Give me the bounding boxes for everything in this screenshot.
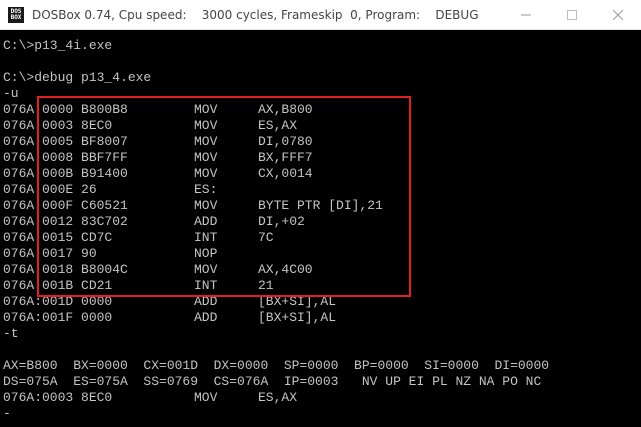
disasm-line: 076A:0005 BF8007 MOV DI,0780	[3, 134, 639, 150]
disasm-address: 076A:0000 B800B8	[3, 102, 128, 117]
disasm-line: 076A:0012 83C702 ADD DI,+02	[3, 214, 639, 230]
disasm-line: 076A:001B CD21 INT 21	[3, 278, 639, 294]
disasm-address: 076A:001B CD21	[3, 278, 113, 293]
disasm-mnemonic: ES:	[194, 182, 218, 197]
disasm-line: 076A:000F C60521 MOV BYTE PTR [DI],21	[3, 198, 639, 214]
disasm-line: 076A:001F 0000 ADD [BX+SI],AL	[3, 310, 639, 326]
trace-command: -t	[3, 326, 19, 341]
disasm-address: 076A:001F 0000	[3, 310, 113, 325]
disasm-operands: ES,AX	[258, 118, 298, 133]
disasm-mnemonic: MOV	[194, 390, 218, 405]
disasm-line: 076A:0017 90 NOP	[3, 246, 639, 262]
register-line: AX=B800 BX=0000 CX=001D DX=0000 SP=0000 …	[3, 358, 550, 373]
disasm-line: 076A:0018 B8004C MOV AX,4C00	[3, 262, 639, 278]
unassemble-command: -u	[3, 86, 19, 101]
command-line: C:\>debug p13_4.exe	[3, 70, 152, 85]
command-prompt[interactable]: -	[3, 406, 639, 422]
window-controls	[503, 0, 641, 30]
close-button[interactable]	[595, 0, 641, 30]
disasm-operands: DI,+02	[258, 214, 305, 229]
disasm-address: 076A:0017 90	[3, 246, 97, 261]
minimize-icon	[521, 14, 531, 16]
disasm-mnemonic: ADD	[194, 294, 218, 309]
disasm-operands: AX,4C00	[258, 262, 313, 277]
disasm-address: 076A:000F C60521	[3, 198, 128, 213]
disasm-address: 076A:0003 8EC0	[3, 118, 113, 133]
disasm-line: 076A:0008 BBF7FF MOV BX,FFF7	[3, 150, 639, 166]
disasm-operands: AX,B800	[258, 102, 313, 117]
disasm-line: 076A:001D 0000 ADD [BX+SI],AL	[3, 294, 639, 310]
disasm-line: 076A:0015 CD7C INT 7C	[3, 230, 639, 246]
disasm-address: 076A:000E 26	[3, 182, 97, 197]
command-line: C:\>p13_4i.exe	[3, 38, 113, 53]
disasm-operands: 21	[258, 278, 274, 293]
disasm-operands: CX,0014	[258, 166, 313, 181]
terminal-output[interactable]: C:\>p13_4i.exe C:\>debug p13_4.exe -u 07…	[3, 38, 639, 427]
disasm-address: 076A:001D 0000	[3, 294, 113, 309]
minimize-button[interactable]	[503, 0, 549, 30]
disasm-address: 076A:0008 BBF7FF	[3, 150, 128, 165]
disasm-address: 076A:0005 BF8007	[3, 134, 128, 149]
register-flags-line: DS=075A ES=075A SS=0769 CS=076A IP=0003 …	[3, 374, 542, 389]
disasm-mnemonic: MOV	[194, 118, 218, 133]
disasm-operands: ES,AX	[258, 390, 298, 405]
disasm-operands: [BX+SI],AL	[258, 310, 337, 325]
close-icon	[613, 10, 623, 20]
disasm-operands: BYTE PTR [DI],21	[258, 198, 383, 213]
disasm-mnemonic: NOP	[194, 246, 218, 261]
dosbox-window: DOS BOX DOSBox 0.74, Cpu speed: 3000 cyc…	[0, 0, 641, 427]
disasm-mnemonic: MOV	[194, 198, 218, 213]
disasm-operands: DI,0780	[258, 134, 313, 149]
disasm-mnemonic: INT	[194, 230, 218, 245]
disasm-operands: [BX+SI],AL	[258, 294, 337, 309]
disasm-address: 076A:0018 B8004C	[3, 262, 128, 277]
disasm-line: 076A:0003 8EC0 MOV ES,AX	[3, 118, 639, 134]
maximize-button[interactable]	[549, 0, 595, 30]
disasm-mnemonic: MOV	[194, 262, 218, 277]
disasm-line: 076A:0000 B800B8 MOV AX,B800	[3, 102, 639, 118]
dosbox-app-icon: DOS BOX	[8, 6, 24, 23]
disasm-line: 076A:000B B91400 MOV CX,0014	[3, 166, 639, 182]
disasm-address: 076A:0003 8EC0	[3, 390, 113, 405]
disasm-operands: 7C	[258, 230, 274, 245]
next-instruction-line: 076A:0003 8EC0 MOV ES,AX	[3, 390, 639, 406]
disasm-address: 076A:000B B91400	[3, 166, 128, 181]
disasm-mnemonic: ADD	[194, 310, 218, 325]
disasm-mnemonic: ADD	[194, 214, 218, 229]
window-title: DOSBox 0.74, Cpu speed: 3000 cycles, Fra…	[32, 7, 479, 22]
disasm-mnemonic: MOV	[194, 150, 218, 165]
disasm-address: 076A:0015 CD7C	[3, 230, 113, 245]
disasm-mnemonic: MOV	[194, 166, 218, 181]
disasm-address: 076A:0012 83C702	[3, 214, 128, 229]
disasm-operands: BX,FFF7	[258, 150, 313, 165]
disasm-mnemonic: MOV	[194, 134, 218, 149]
disasm-line: 076A:000E 26 ES:	[3, 182, 639, 198]
maximize-icon	[567, 10, 577, 20]
title-bar[interactable]: DOS BOX DOSBox 0.74, Cpu speed: 3000 cyc…	[0, 0, 641, 30]
disasm-mnemonic: INT	[194, 278, 218, 293]
disasm-mnemonic: MOV	[194, 102, 218, 117]
